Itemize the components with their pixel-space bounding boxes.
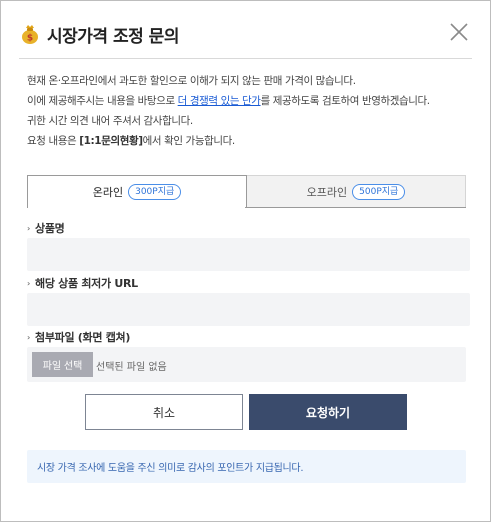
channel-tabs: 온라인 300P지급 오프라인 500P지급: [27, 175, 466, 208]
modal-title: 시장가격 조정 문의: [47, 26, 179, 47]
tab-underline: [245, 207, 466, 208]
bullet-icon: ›: [27, 224, 30, 233]
tab-offline-badge: 500P지급: [352, 183, 406, 200]
description-text: 요청 내용은: [27, 135, 80, 147]
competitive-price-link[interactable]: 더 경쟁력 있는 단가: [178, 95, 261, 107]
description-text: 이에 제공해주시는 내용을 바탕으로: [27, 95, 178, 107]
modal-header: $ 시장가격 조정 문의: [19, 19, 472, 49]
product-name-label: › 상품명: [27, 220, 65, 236]
description-text: 를 제공하도록 검토하여 반영하겠습니다.: [260, 95, 431, 107]
description: 현재 온·오프라인에서 과도한 할인으로 이해가 되지 않는 판매 가격이 많습…: [27, 71, 470, 151]
bullet-icon: ›: [27, 279, 30, 288]
attachment-label-text: 첨부파일 (화면 캡쳐): [35, 331, 131, 344]
bullet-icon: ›: [27, 333, 30, 342]
description-line-3: 귀한 시간 의견 내어 주셔서 감사합니다.: [27, 115, 193, 127]
submit-request-button[interactable]: 요청하기: [249, 394, 407, 430]
tab-online-badge: 300P지급: [128, 184, 182, 200]
file-upload-field: 파일 선택 선택된 파일 없음: [27, 347, 466, 382]
description-line-1: 현재 온·오프라인에서 과도한 할인으로 이해가 되지 않는 판매 가격이 많습…: [27, 75, 356, 87]
file-select-button[interactable]: 파일 선택: [32, 352, 93, 377]
inquiry-status-text: [1:1문의현황]: [79, 135, 143, 147]
attachment-label: › 첨부파일 (화면 캡쳐): [27, 329, 130, 345]
url-label-text: 해당 상품 최저가 URL: [35, 277, 138, 290]
tab-offline[interactable]: 오프라인 500P지급: [247, 175, 466, 208]
price-inquiry-modal: $ 시장가격 조정 문의 현재 온·오프라인에서 과도한 할인으로 이해가 되지…: [0, 0, 491, 522]
description-text: 에서 확인 가능합니다.: [142, 135, 236, 147]
tab-online-label: 온라인: [92, 186, 124, 199]
close-icon[interactable]: [446, 19, 472, 45]
header-divider: [19, 58, 472, 59]
description-line-4: 요청 내용은 [1:1문의현황]에서 확인 가능합니다.: [27, 131, 470, 151]
product-name-label-text: 상품명: [35, 222, 65, 235]
cancel-button[interactable]: 취소: [85, 394, 243, 430]
product-name-input[interactable]: [27, 238, 470, 271]
svg-text:$: $: [27, 34, 33, 44]
url-input[interactable]: [27, 293, 470, 326]
points-notice: 시장 가격 조사에 도움을 주신 의미로 감사의 포인트가 지급됩니다.: [27, 450, 466, 483]
tab-offline-label: 오프라인: [306, 185, 348, 199]
file-status-text: 선택된 파일 없음: [96, 362, 167, 373]
tab-online[interactable]: 온라인 300P지급: [27, 175, 247, 208]
money-bag-icon: $: [19, 23, 41, 45]
description-line-2: 이에 제공해주시는 내용을 바탕으로 더 경쟁력 있는 단가를 제공하도록 검토…: [27, 91, 470, 111]
url-label: › 해당 상품 최저가 URL: [27, 275, 138, 291]
